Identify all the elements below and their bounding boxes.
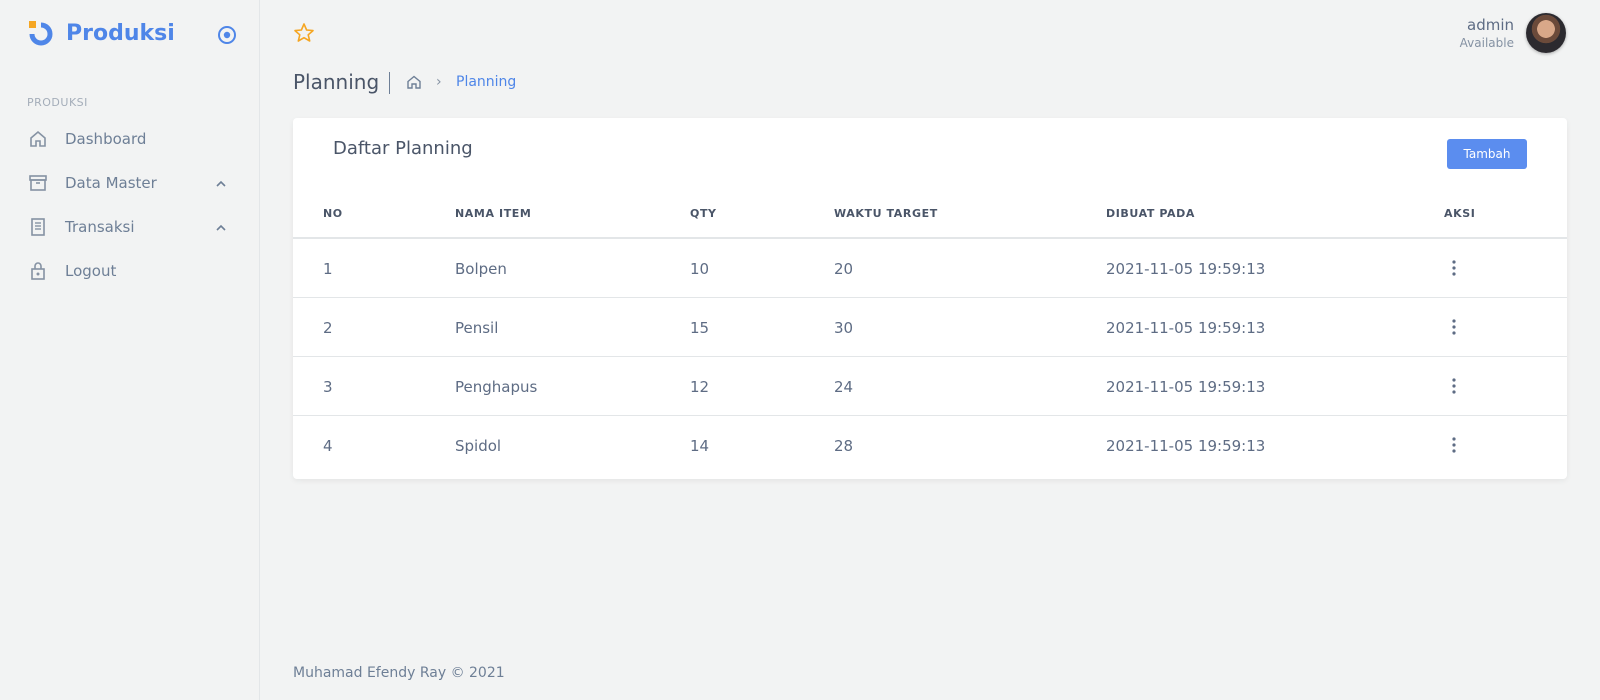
- brand-logo-icon: [28, 20, 54, 46]
- sidebar-section-label: PRODUKSI: [27, 96, 88, 109]
- column-header[interactable]: DIBUAT PADA: [1106, 207, 1195, 220]
- star-icon[interactable]: [293, 22, 315, 44]
- user-info: admin Available: [1460, 16, 1514, 50]
- title-divider: [389, 72, 390, 94]
- cell-dibuat-pada: 2021-11-05 19:59:13: [1106, 437, 1266, 455]
- home-icon: [27, 128, 49, 150]
- planning-table: NO NAMA ITEM QTY WAKTU TARGET DIBUAT PAD…: [293, 190, 1567, 475]
- table-row: 2 Pensil 15 30 2021-11-05 19:59:13: [293, 298, 1567, 357]
- sidebar-item-logout[interactable]: Logout: [27, 256, 237, 286]
- cell-waktu-target: 20: [834, 260, 854, 278]
- cell-qty: 10: [690, 260, 710, 278]
- column-header[interactable]: WAKTU TARGET: [834, 207, 938, 220]
- column-header[interactable]: NAMA ITEM: [455, 207, 531, 220]
- chevron-up-icon: [215, 176, 227, 188]
- cell-dibuat-pada: 2021-11-05 19:59:13: [1106, 378, 1266, 396]
- cell-nama-item: Pensil: [455, 319, 499, 337]
- sidebar-item-label: Logout: [65, 262, 117, 280]
- planning-card: Daftar Planning Tambah NO NAMA ITEM QTY …: [293, 118, 1567, 479]
- cell-waktu-target: 24: [834, 378, 854, 396]
- add-button[interactable]: Tambah: [1447, 139, 1527, 169]
- document-icon: [27, 216, 49, 238]
- breadcrumb-home-icon[interactable]: [406, 74, 422, 90]
- brand[interactable]: Produksi: [28, 20, 175, 46]
- avatar[interactable]: [1526, 13, 1566, 53]
- breadcrumb-separator-icon: ›: [436, 74, 442, 90]
- sidebar-item-label: Data Master: [65, 174, 157, 192]
- user-name: admin: [1467, 16, 1514, 34]
- column-header: AKSI: [1444, 207, 1476, 220]
- lock-icon: [27, 260, 49, 282]
- page-title: Planning: [293, 70, 380, 94]
- cell-dibuat-pada: 2021-11-05 19:59:13: [1106, 319, 1266, 337]
- cell-qty: 15: [690, 319, 710, 337]
- column-header[interactable]: QTY: [690, 207, 717, 220]
- cell-qty: 14: [690, 437, 710, 455]
- card-title: Daftar Planning: [333, 138, 473, 159]
- sidebar-item-data-master[interactable]: Data Master: [27, 168, 237, 198]
- cell-no: 3: [323, 378, 333, 396]
- user-menu[interactable]: admin Available: [1460, 13, 1566, 53]
- archive-icon: [27, 172, 49, 194]
- cell-dibuat-pada: 2021-11-05 19:59:13: [1106, 260, 1266, 278]
- cell-nama-item: Bolpen: [455, 260, 507, 278]
- footer-text: Muhamad Efendy Ray © 2021: [293, 665, 505, 681]
- cell-qty: 12: [690, 378, 710, 396]
- cell-nama-item: Spidol: [455, 437, 502, 455]
- cell-no: 2: [323, 319, 333, 337]
- more-vertical-icon[interactable]: [1446, 318, 1462, 336]
- column-header[interactable]: NO: [323, 207, 343, 220]
- cell-waktu-target: 30: [834, 319, 854, 337]
- cell-waktu-target: 28: [834, 437, 854, 455]
- cell-nama-item: Penghapus: [455, 378, 538, 396]
- sidebar-item-transaksi[interactable]: Transaksi: [27, 212, 237, 242]
- table-header: NO NAMA ITEM QTY WAKTU TARGET DIBUAT PAD…: [293, 190, 1567, 239]
- sidebar-item-label: Dashboard: [65, 130, 147, 148]
- more-vertical-icon[interactable]: [1446, 259, 1462, 277]
- more-vertical-icon[interactable]: [1446, 377, 1462, 395]
- cell-no: 1: [323, 260, 333, 278]
- cell-no: 4: [323, 437, 333, 455]
- breadcrumb-current[interactable]: Planning: [456, 74, 516, 90]
- sidebar-toggle-icon[interactable]: [217, 25, 237, 45]
- table-row: 4 Spidol 14 28 2021-11-05 19:59:13: [293, 416, 1567, 475]
- more-vertical-icon[interactable]: [1446, 436, 1462, 454]
- sidebar-item-label: Transaksi: [65, 218, 135, 236]
- chevron-up-icon: [215, 220, 227, 232]
- sidebar: Produksi PRODUKSI Dashboard Data Master …: [0, 0, 260, 700]
- table-row: 3 Penghapus 12 24 2021-11-05 19:59:13: [293, 357, 1567, 416]
- user-status: Available: [1459, 36, 1514, 50]
- table-row: 1 Bolpen 10 20 2021-11-05 19:59:13: [293, 239, 1567, 298]
- sidebar-item-dashboard[interactable]: Dashboard: [27, 124, 237, 154]
- brand-name: Produksi: [66, 20, 175, 46]
